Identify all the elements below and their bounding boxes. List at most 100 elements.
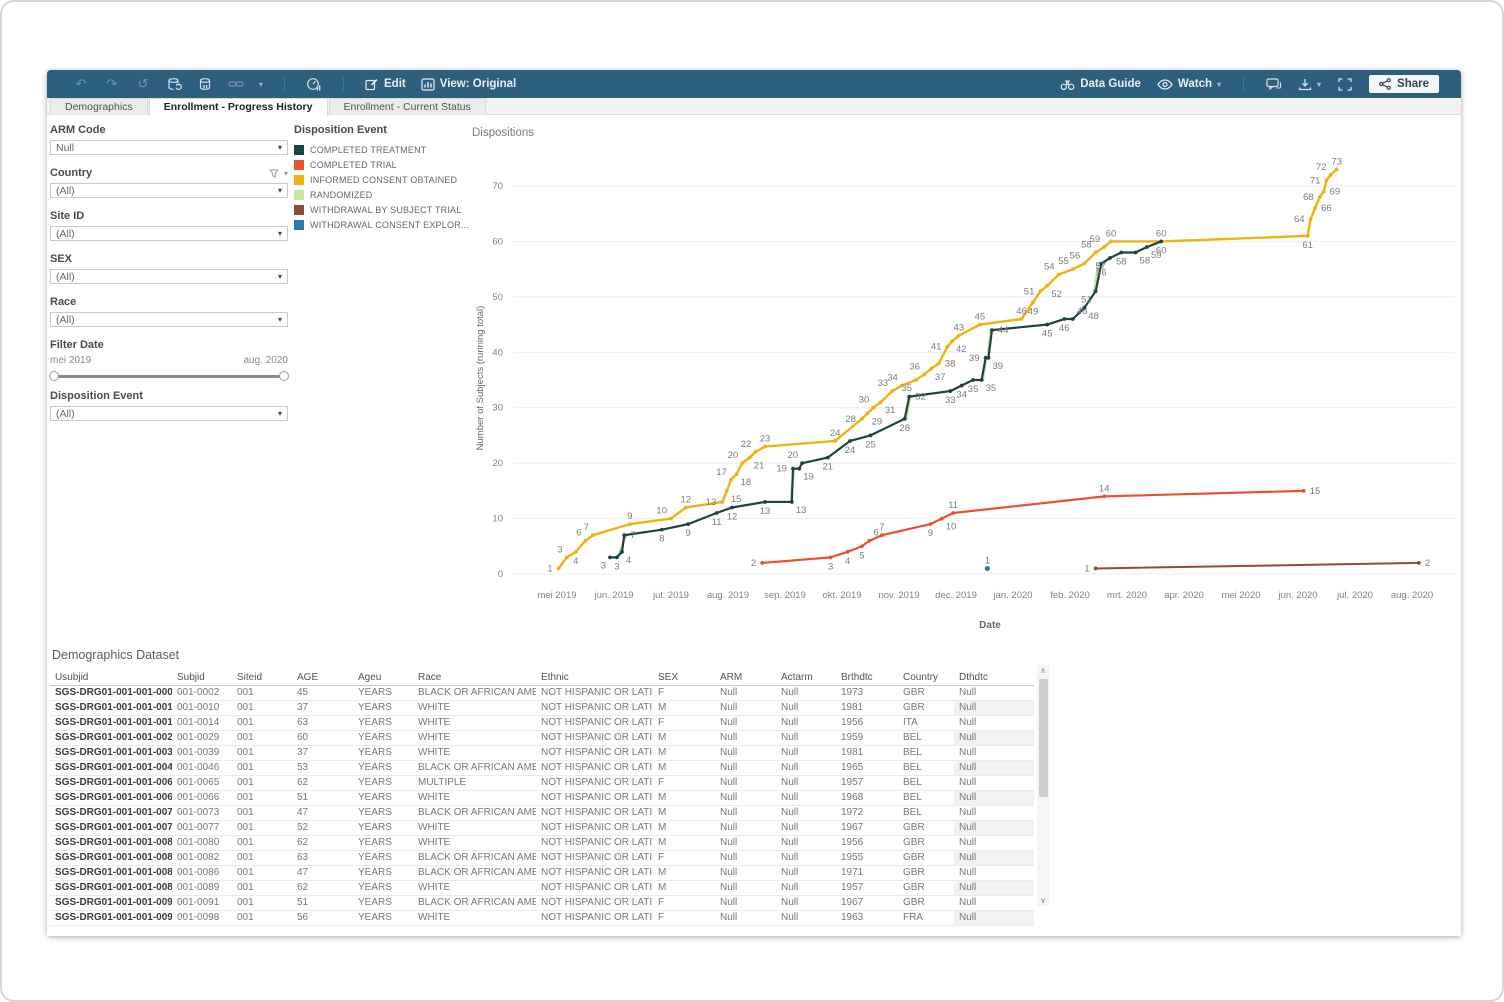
scroll-up-icon[interactable]: ∧ [1037, 665, 1049, 676]
data-point-informed-consent-obtained[interactable] [833, 439, 837, 443]
table-row[interactable]: SGS-DRG01-001-001-0029001-002900160YEARS… [50, 731, 1034, 746]
scroll-down-icon[interactable]: ∨ [1037, 895, 1049, 906]
data-point-completed-treatment[interactable] [763, 500, 767, 504]
data-point-completed-treatment[interactable] [1159, 240, 1163, 244]
data-point-informed-consent-obtained[interactable] [922, 373, 926, 377]
data-point-informed-consent-obtained[interactable] [890, 389, 894, 393]
table-row[interactable]: SGS-DRG01-001-001-0073001-007300147YEARS… [50, 806, 1034, 821]
data-point-informed-consent-obtained[interactable] [860, 417, 864, 421]
dispositions-chart[interactable]: Dispositions 010203040506070mei 2019jun.… [467, 120, 1459, 644]
data-point-informed-consent-obtained[interactable] [1071, 267, 1075, 271]
data-point-completed-treatment[interactable] [960, 384, 964, 388]
metrics-gauge-icon[interactable] [306, 76, 322, 92]
data-point-informed-consent-obtained[interactable] [729, 478, 733, 482]
data-point-informed-consent-obtained[interactable] [669, 517, 673, 521]
data-point-informed-consent-obtained[interactable] [628, 522, 632, 526]
date-range-slider[interactable] [54, 375, 284, 378]
column-header-actarm[interactable]: Actarm [776, 670, 836, 685]
data-point-informed-consent-obtained[interactable] [978, 323, 982, 327]
column-header-usubjid[interactable]: Usubjid [50, 670, 172, 685]
undo-icon[interactable]: ↶ [73, 76, 89, 92]
data-point-completed-treatment[interactable] [903, 417, 907, 421]
data-point-informed-consent-obtained[interactable] [574, 550, 578, 554]
data-point-informed-consent-obtained[interactable] [584, 539, 588, 543]
series-line-withdrawal-by-subject-trial[interactable] [1096, 563, 1419, 569]
data-point-completed-treatment[interactable] [622, 533, 626, 537]
table-row[interactable]: SGS-DRG01-001-001-0080001-008000162YEARS… [50, 836, 1034, 851]
data-point-completed-treatment[interactable] [980, 378, 984, 382]
data-point-informed-consent-obtained[interactable] [1020, 317, 1024, 321]
data-point-completed-treatment[interactable] [826, 456, 830, 460]
data-point-completed-trial[interactable] [940, 517, 944, 521]
data-point-informed-consent-obtained[interactable] [946, 345, 950, 349]
data-point-informed-consent-obtained[interactable] [1313, 206, 1317, 210]
data-point-informed-consent-obtained[interactable] [557, 567, 561, 571]
data-point-informed-consent-obtained[interactable] [1038, 289, 1042, 293]
data-point-completed-trial[interactable] [846, 550, 850, 554]
data-point-informed-consent-obtained[interactable] [684, 506, 688, 510]
redo-icon[interactable]: ↷ [104, 76, 120, 92]
table-scrollbar[interactable]: ∧ ∨ [1037, 665, 1049, 906]
share-button[interactable]: Share [1369, 75, 1439, 93]
table-row[interactable]: SGS-DRG01-001-001-0010001-001000137YEARS… [50, 701, 1034, 716]
download-button[interactable]: ▾ [1298, 78, 1321, 91]
data-point-completed-treatment[interactable] [907, 395, 911, 399]
funnel-icon[interactable] [269, 169, 279, 178]
legend-item-completed-treatment[interactable]: COMPLETED TREATMENT [294, 142, 464, 157]
data-point-informed-consent-obtained[interactable] [914, 378, 918, 382]
legend-item-withdrawal-by-subject-trial[interactable]: WITHDRAWAL BY SUBJECT TRIAL [294, 202, 464, 217]
data-point-informed-consent-obtained[interactable] [1082, 262, 1086, 266]
filter-site-id-dropdown[interactable]: (All)▾ [50, 226, 288, 241]
data-point-completed-treatment[interactable] [1071, 317, 1075, 321]
column-header-siteid[interactable]: Siteid [232, 670, 292, 685]
data-point-completed-treatment[interactable] [615, 555, 619, 559]
table-row[interactable]: SGS-DRG01-001-001-0086001-008600147YEARS… [50, 866, 1034, 881]
data-point-completed-treatment[interactable] [1062, 317, 1066, 321]
data-point-informed-consent-obtained[interactable] [565, 555, 569, 559]
data-point-completed-treatment[interactable] [1082, 306, 1086, 310]
data-point-informed-consent-obtained[interactable] [950, 339, 954, 343]
data-point-informed-consent-obtained[interactable] [1102, 245, 1106, 249]
data-point-completed-treatment[interactable] [797, 467, 801, 471]
data-point-completed-treatment[interactable] [660, 528, 664, 532]
filter-sex-dropdown[interactable]: (All)▾ [50, 269, 288, 284]
data-point-completed-trial[interactable] [1302, 489, 1306, 493]
data-point-completed-treatment[interactable] [715, 511, 719, 515]
table-row[interactable]: SGS-DRG01-001-001-0066001-006600151YEARS… [50, 791, 1034, 806]
data-point-completed-treatment[interactable] [1045, 323, 1049, 327]
data-point-completed-treatment[interactable] [790, 500, 794, 504]
legend-item-completed-trial[interactable]: COMPLETED TRIAL [294, 157, 464, 172]
data-point-completed-treatment[interactable] [1094, 289, 1098, 293]
data-point-completed-treatment[interactable] [686, 522, 690, 526]
column-header-age[interactable]: AGE [292, 670, 353, 685]
data-point-completed-trial[interactable] [867, 539, 871, 543]
dispositions-line-chart-svg[interactable]: 010203040506070mei 2019jun. 2019jul. 201… [467, 120, 1459, 644]
column-header-sex[interactable]: SEX [653, 670, 715, 685]
data-point-informed-consent-obtained[interactable] [735, 472, 739, 476]
filter-disposition-event-dropdown[interactable]: (All)▾ [50, 406, 288, 421]
data-point-informed-consent-obtained[interactable] [748, 456, 752, 460]
column-header-subjid[interactable]: Subjid [172, 670, 232, 685]
data-point-completed-treatment[interactable] [971, 378, 975, 382]
series-line-completed-trial[interactable] [762, 491, 1303, 563]
table-row[interactable]: SGS-DRG01-001-001-0065001-006500162YEARS… [50, 776, 1034, 791]
data-point-withdrawal-by-subject-trial[interactable] [1417, 561, 1421, 565]
revert-icon[interactable]: ↺ [135, 76, 151, 92]
data-point-informed-consent-obtained[interactable] [1322, 190, 1326, 194]
table-row[interactable]: SGS-DRG01-001-001-0091001-009100151YEARS… [50, 896, 1034, 911]
tab-demographics[interactable]: Demographics [50, 98, 148, 115]
data-point-informed-consent-obtained[interactable] [929, 367, 933, 371]
data-point-completed-treatment[interactable] [608, 555, 612, 559]
legend-item-withdrawal-consent-explor[interactable]: WITHDRAWAL CONSENT EXPLOR... [294, 217, 464, 232]
data-point-informed-consent-obtained[interactable] [1306, 234, 1310, 238]
data-point-completed-trial[interactable] [860, 544, 864, 548]
table-row[interactable]: SGS-DRG01-001-001-0014001-001400163YEARS… [50, 716, 1034, 731]
fullscreen-icon[interactable] [1337, 76, 1353, 92]
filter-race-dropdown[interactable]: (All)▾ [50, 312, 288, 327]
data-point-informed-consent-obtained[interactable] [720, 500, 724, 504]
data-point-withdrawal-by-subject-trial[interactable] [1094, 567, 1098, 571]
data-point-completed-trial[interactable] [1102, 494, 1106, 498]
data-point-informed-consent-obtained[interactable] [879, 400, 883, 404]
slider-handle-end[interactable] [279, 371, 289, 381]
data-point-completed-treatment[interactable] [1134, 251, 1138, 255]
